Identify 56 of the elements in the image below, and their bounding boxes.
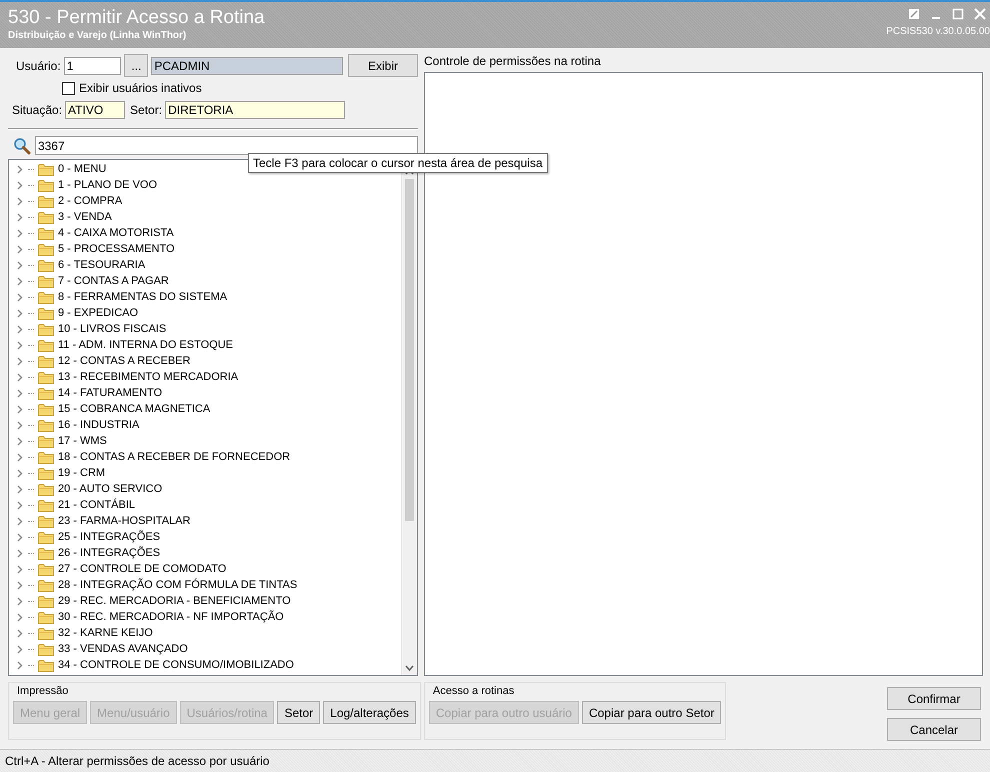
tree-item[interactable]: 23 - FARMA-HOSPITALAR — [58, 515, 190, 527]
tree-item[interactable]: 20 - AUTO SERVICO — [58, 483, 162, 495]
tree-item[interactable]: 11 - ADM. INTERNA DO ESTOQUE — [58, 339, 234, 351]
tree-item[interactable]: 30 - REC. MERCADORIA - NF IMPORTAÇÃO — [58, 611, 284, 623]
tree-item[interactable]: 1 - PLANO DE VOO — [58, 179, 158, 191]
action-button[interactable]: Setor — [277, 701, 320, 724]
status-text: Ctrl+A - Alterar permissões de acesso por usuário — [5, 754, 270, 768]
tree-item[interactable]: 3 - VENDA — [58, 211, 112, 223]
tree-item[interactable]: 19 - CRM — [58, 467, 106, 479]
tree-item[interactable]: 27 - CONTROLE DE COMODATO — [58, 563, 226, 575]
tree-item[interactable]: 29 - REC. MERCADORIA - BENEFICIAMENTO — [58, 595, 291, 607]
tree-item[interactable]: 25 - INTEGRAÇÕES — [58, 531, 160, 543]
status-field: ATIVO — [65, 101, 126, 119]
tree-item[interactable]: 0 - MENU — [58, 163, 106, 175]
search-field[interactable]: 3367 — [34, 136, 418, 155]
tree-item[interactable]: 9 - EXPEDICAO — [58, 307, 138, 319]
tree-item[interactable]: 16 - INDUSTRIA — [58, 419, 140, 431]
field-label: Usuário: — [16, 58, 61, 72]
tree-item[interactable]: 26 - INTEGRAÇÕES — [58, 547, 160, 559]
panel-title: Controle de permissões na rotina — [424, 54, 602, 68]
tree-item[interactable]: 28 - INTEGRAÇÃO COM FÓRMULA DE TINTAS — [58, 579, 298, 591]
tree-item[interactable]: 13 - RECEBIMENTO MERCADORIA — [58, 371, 238, 383]
tree-item[interactable]: 7 - CONTAS A PAGAR — [58, 275, 169, 287]
checkbox-label: Exibir usuários inativos — [79, 81, 202, 95]
tree-item[interactable]: 15 - COBRANCA MAGNETICA — [58, 403, 210, 415]
version-label: PCSIS530 v.30.0.05.00 — [886, 26, 990, 37]
tree-item[interactable]: 2 - COMPRA — [58, 195, 122, 207]
tree-item[interactable]: 21 - CONTÁBIL — [58, 499, 136, 511]
tree-item[interactable]: 32 - KARNE KEIJO — [58, 627, 153, 639]
show-button[interactable]: Exibir — [348, 54, 418, 77]
window-subtitle: Distribuição e Varejo (Linha WinThor) — [8, 30, 188, 41]
dialog-button[interactable]: Confirmar — [887, 687, 981, 710]
lookup-button[interactable]: ... — [124, 54, 148, 77]
field-label: Setor: — [130, 103, 162, 117]
tree-item[interactable]: 34 - CONTROLE DE CONSUMO/IMOBILIZADO — [58, 659, 294, 671]
tree-item[interactable]: 4 - CAIXA MOTORISTA — [58, 227, 174, 239]
tooltip: Tecle F3 para colocar o cursor nesta área de pesquisa — [248, 153, 548, 173]
tree-item[interactable]: 14 - FATURAMENTO — [58, 387, 162, 399]
group-title: Acesso a rotinas — [432, 685, 516, 697]
tree-item[interactable]: 17 - WMS — [58, 435, 107, 447]
window-title: 530 - Permitir Acesso a Rotina — [8, 7, 265, 29]
tree-item[interactable]: 10 - LIVROS FISCAIS — [58, 323, 166, 335]
tree-item[interactable]: 5 - PROCESSAMENTO — [58, 243, 175, 255]
field-label: Situação: — [12, 103, 62, 117]
tree-item[interactable]: 12 - CONTAS A RECEBER — [58, 355, 190, 367]
tree-item[interactable]: 8 - FERRAMENTAS DO SISTEMA — [58, 291, 228, 303]
tree-item[interactable]: 6 - TESOURARIA — [58, 259, 146, 271]
action-button[interactable]: Log/alterações — [323, 701, 416, 724]
sector-field: DIRETORIA — [165, 101, 346, 119]
tree-item[interactable]: 18 - CONTAS A RECEBER DE FORNECEDOR — [58, 451, 290, 463]
tree-item[interactable]: 33 - VENDAS AVANÇADO — [58, 643, 188, 655]
user-code-field[interactable]: 1 — [64, 56, 122, 74]
dialog-button[interactable]: Cancelar — [887, 718, 981, 741]
group-title: Impressão — [16, 685, 70, 697]
user-name-field[interactable]: PCADMIN — [151, 56, 343, 74]
action-button[interactable]: Copiar para outro Setor — [582, 701, 722, 724]
